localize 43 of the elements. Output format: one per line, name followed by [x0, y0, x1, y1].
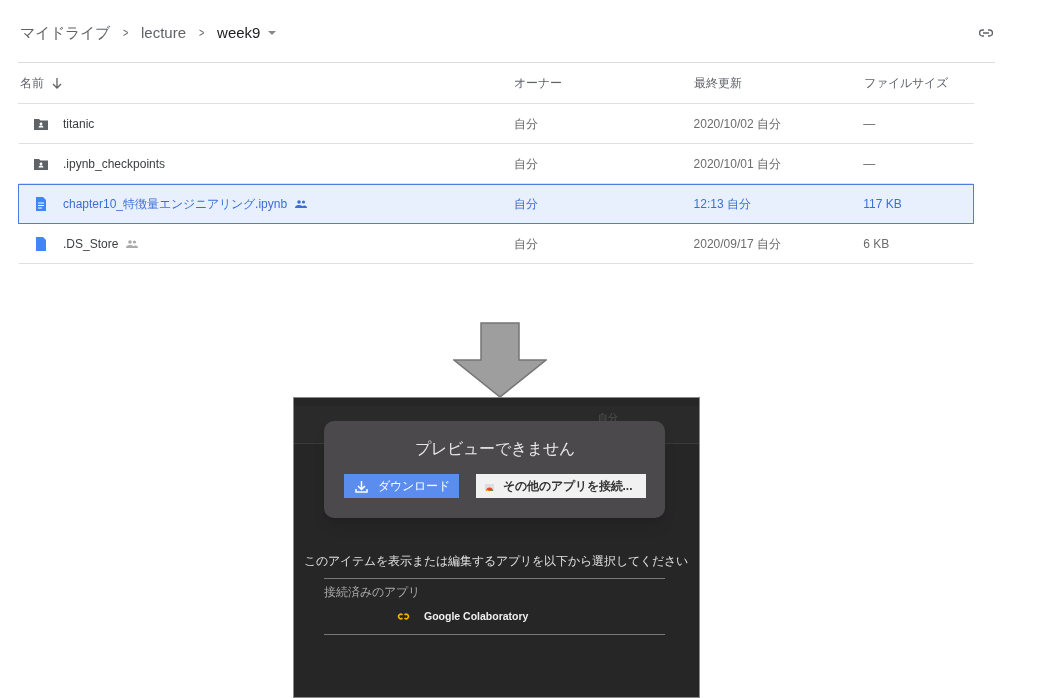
file-name: titanic	[63, 116, 95, 133]
infinity-logo-icon	[397, 613, 410, 621]
app-name[interactable]: Google Colaboratory	[424, 609, 529, 625]
table-cell: —	[863, 157, 876, 171]
download-icon	[354, 479, 368, 493]
shared-folder-icon	[34, 157, 48, 171]
file-row[interactable]: titanic 自分 2020/10/02 自分 —	[18, 104, 974, 144]
dropdown-caret-icon[interactable]	[268, 30, 277, 36]
table-cell: 2020/10/01 自分	[693, 157, 781, 171]
table-cell: 自分	[513, 117, 538, 131]
file-row[interactable]: .DS_Store 自分 2020/09/17 自分 6 KB	[18, 224, 974, 264]
link-icon[interactable]	[979, 29, 993, 37]
connect-apps-button[interactable]: その他のアプリを接続...	[475, 474, 646, 498]
table-cell: 自分	[513, 157, 538, 171]
table-cell: 自分	[513, 237, 538, 251]
file-name: .DS_Store	[63, 236, 119, 253]
breadcrumb-separator: >	[122, 25, 129, 42]
table-cell: 117 KB	[863, 197, 902, 211]
table-cell: 12:13 自分	[693, 197, 751, 211]
column-header[interactable]: オーナー	[514, 74, 562, 92]
breadcrumb-item[interactable]: lecture	[141, 21, 187, 45]
column-header[interactable]: ファイルサイズ	[864, 74, 948, 92]
file-name: chapter10_特徴量エンジニアリング.ipynb	[63, 196, 288, 213]
section-label: 接続済みのアプリ	[324, 584, 420, 601]
breadcrumb-separator: >	[198, 25, 205, 42]
file-row[interactable]: chapter10_特徴量エンジニアリング.ipynb 自分 12:13 自分 117 KB	[18, 184, 974, 224]
column-header[interactable]: 最終更新	[694, 74, 742, 92]
document-icon	[34, 237, 48, 251]
down-arrow-icon	[453, 322, 547, 398]
file-name: .ipynb_checkpoints	[63, 156, 166, 173]
breadcrumb-item[interactable]: マイドライブ	[20, 21, 110, 45]
shared-folder-icon	[34, 117, 48, 131]
table-cell: 2020/09/17 自分	[693, 237, 781, 251]
table-cell: 2020/10/02 自分	[693, 117, 781, 131]
column-header[interactable]: 名前	[20, 74, 44, 92]
breadcrumb-item[interactable]: week9	[217, 21, 261, 45]
table-cell: 自分	[513, 197, 538, 211]
table-cell: 6 KB	[863, 237, 890, 251]
preview-title: プレビューできません	[414, 439, 575, 459]
table-cell: —	[863, 117, 876, 131]
prompt-text: このアイテムを表示または編集するアプリを以下から選択してください	[304, 554, 688, 569]
sort-arrow-icon[interactable]	[52, 77, 62, 89]
document-icon	[34, 197, 48, 211]
